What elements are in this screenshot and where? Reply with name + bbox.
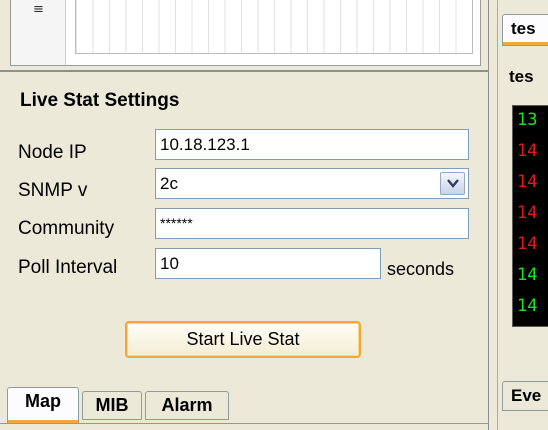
- poll-interval-unit: seconds: [387, 259, 455, 279]
- console-line: 14: [517, 296, 538, 316]
- snmp-version-select[interactable]: 2c: [155, 168, 469, 199]
- start-live-stat-button[interactable]: Start Live Stat: [125, 321, 361, 358]
- live-stat-chart: ≡: [10, 0, 481, 66]
- node-ip-input[interactable]: 10.18.123.1: [155, 129, 469, 160]
- tab-events[interactable]: Eve: [502, 381, 548, 411]
- snmp-version-value: 2c: [160, 174, 178, 193]
- console-line: 14: [517, 265, 538, 285]
- live-stat-settings-title: Live Stat Settings: [20, 90, 180, 111]
- community-label: Community: [18, 218, 115, 239]
- snmp-version-label: SNMP v: [18, 180, 88, 201]
- console-line: 14: [517, 172, 538, 192]
- console-line: 13: [517, 110, 538, 130]
- chevron-down-icon: [447, 179, 459, 188]
- tabs-baseline: [0, 423, 489, 424]
- console-line: 14: [517, 141, 538, 161]
- chart-plot-area: [75, 0, 473, 54]
- chart-axis-gutter: ≡: [11, 0, 66, 65]
- tab-test[interactable]: tes: [502, 14, 548, 46]
- right-panel-title: tes: [509, 67, 534, 86]
- dropdown-button[interactable]: [440, 172, 465, 195]
- node-ip-value: 10.18.123.1: [160, 135, 250, 154]
- poll-interval-value: 10: [160, 254, 179, 273]
- event-console: 13 14 14 14 14 14 14: [512, 105, 548, 327]
- community-value: ******: [160, 215, 193, 231]
- node-ip-label: Node IP: [18, 142, 87, 163]
- console-line: 14: [517, 234, 538, 254]
- poll-interval-label: Poll Interval: [18, 257, 118, 278]
- tab-alarm[interactable]: Alarm: [145, 391, 229, 420]
- panel-divider[interactable]: [0, 70, 489, 72]
- right-panel: tes tes 13 14 14 14 14 14 14 Eve: [497, 0, 548, 430]
- console-line: 14: [517, 203, 538, 223]
- tab-map[interactable]: Map: [7, 387, 79, 423]
- community-input[interactable]: ******: [155, 208, 469, 239]
- axis-label-glyph: ≡: [33, 2, 44, 17]
- tab-mib[interactable]: MIB: [82, 391, 142, 420]
- poll-interval-input[interactable]: 10: [155, 248, 381, 279]
- live-stat-panel: ≡ Live Stat Settings Node IP 10.18.123.1…: [0, 0, 489, 430]
